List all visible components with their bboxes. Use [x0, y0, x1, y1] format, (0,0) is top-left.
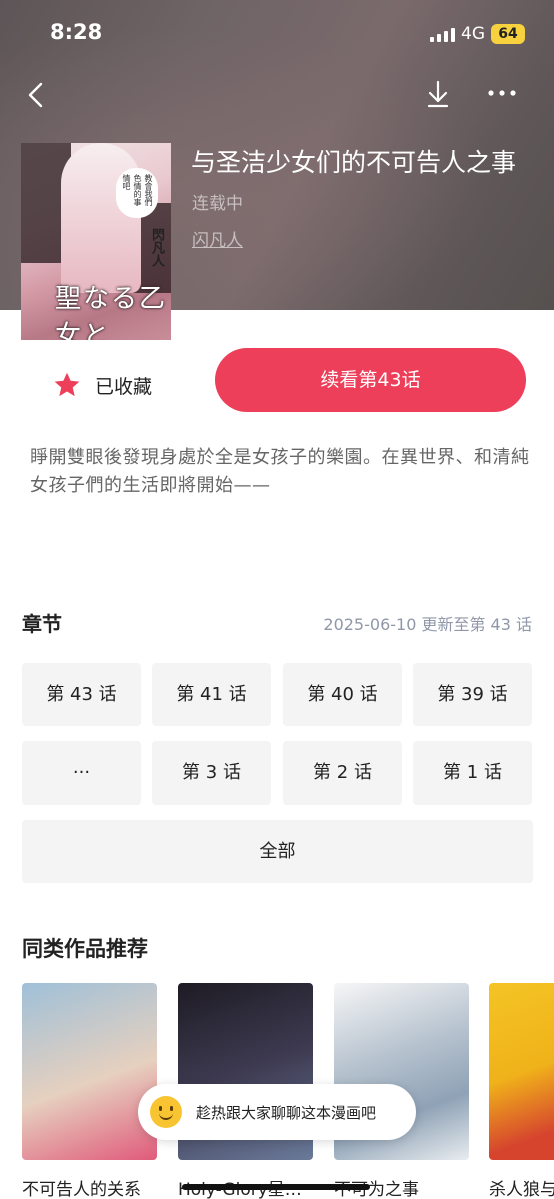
- chapter-more-button[interactable]: ···: [22, 741, 141, 805]
- all-chapters-button[interactable]: 全部: [22, 820, 533, 883]
- battery-icon: 64: [491, 24, 525, 44]
- chapters-header: 章节: [22, 612, 62, 636]
- recommend-title[interactable]: 不可告人的关系: [22, 1175, 157, 1199]
- cover-speech-bubble: 教會我們色情的事情吧: [116, 168, 158, 218]
- cover-author: 閃凡人: [149, 228, 164, 267]
- comic-title: 与圣洁少女们的不可告人之事: [191, 148, 517, 177]
- signal-icon: [430, 28, 455, 42]
- continue-reading-button[interactable]: 续看第43话: [215, 348, 526, 412]
- comic-description: 睜開雙眼後發現身處於全是女孩子的樂園。在異世界、和清純女孩子們的生活即將開始——: [30, 447, 530, 496]
- chat-prompt-button[interactable]: 趁热跟大家聊聊这本漫画吧: [138, 1084, 416, 1140]
- chapter-button[interactable]: 第 2 话: [283, 741, 402, 805]
- network-type: 4G: [461, 24, 485, 44]
- status-bar: 8:28 4G 64: [0, 0, 554, 70]
- cover-title: 聖なる乙女と: [55, 284, 168, 340]
- chapters-update-info: 2025-06-10 更新至第 43 话: [323, 615, 532, 634]
- chapter-button[interactable]: 第 41 话: [152, 663, 271, 726]
- back-arrow-icon[interactable]: [22, 80, 52, 110]
- recommend-cover[interactable]: [22, 983, 157, 1160]
- more-options-icon[interactable]: [486, 81, 518, 105]
- clock: 8:28: [50, 20, 103, 44]
- chat-prompt-label: 趁热跟大家聊聊这本漫画吧: [196, 1103, 377, 1122]
- serial-status: 连载中: [192, 194, 243, 214]
- chapter-button[interactable]: 第 43 话: [22, 663, 141, 726]
- chapter-button[interactable]: 第 39 话: [413, 663, 532, 726]
- favorite-button[interactable]: 已收藏: [53, 371, 152, 399]
- comic-cover[interactable]: 教會我們色情的事情吧 閃凡人 聖なる乙女と: [21, 143, 171, 340]
- chapter-button[interactable]: 第 3 话: [152, 741, 271, 805]
- recommend-header: 同类作品推荐: [22, 937, 148, 961]
- favorite-label: 已收藏: [95, 375, 153, 398]
- top-nav: [0, 70, 554, 120]
- smiley-icon: [150, 1096, 182, 1128]
- star-icon: [54, 372, 80, 397]
- recommend-cover[interactable]: [489, 983, 554, 1160]
- author-link[interactable]: 闪凡人: [192, 226, 243, 251]
- download-icon[interactable]: [424, 79, 452, 109]
- recommend-title[interactable]: 杀人狼与: [489, 1175, 554, 1199]
- home-indicator: [182, 1184, 370, 1190]
- chapter-button[interactable]: 第 1 话: [413, 741, 532, 805]
- chapter-button[interactable]: 第 40 话: [283, 663, 402, 726]
